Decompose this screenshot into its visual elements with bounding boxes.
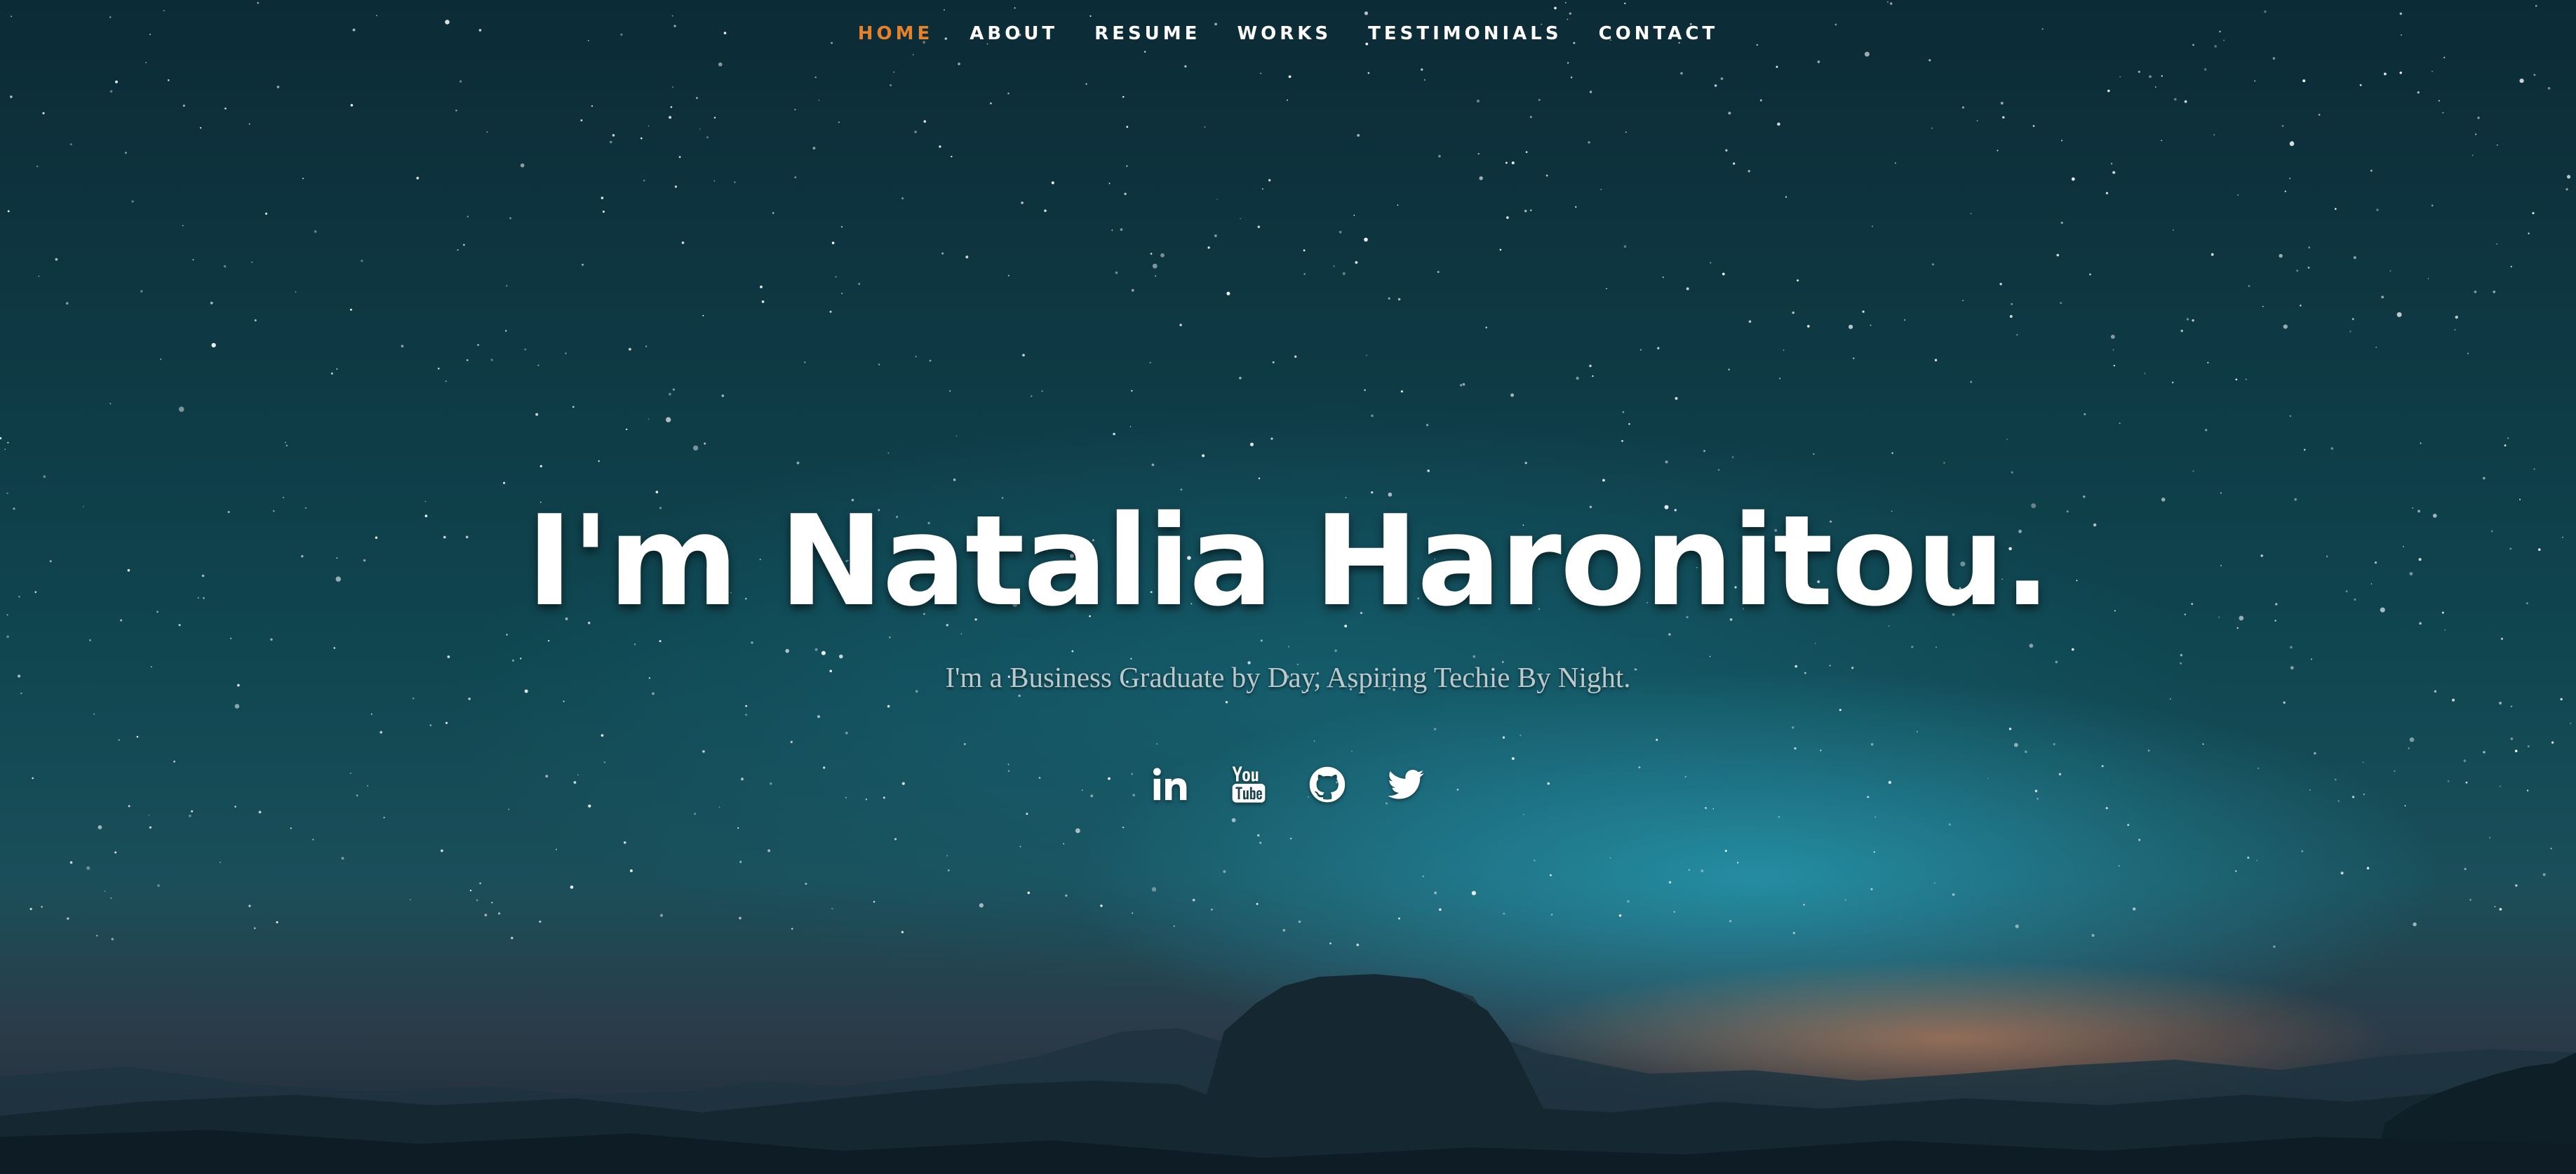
nav-works[interactable]: WORKS	[1219, 21, 1350, 46]
nav-testimonials[interactable]: TESTIMONIALS	[1350, 21, 1580, 46]
youtube-icon	[1232, 766, 1266, 803]
nav-resume[interactable]: RESUME	[1076, 21, 1219, 46]
hero-subtitle: I'm a Business Graduate by Day, Aspiring…	[945, 661, 1631, 693]
github-link[interactable]	[1308, 759, 1347, 810]
twitter-link[interactable]	[1386, 759, 1425, 810]
nav-about[interactable]: ABOUT	[951, 21, 1076, 46]
linkedin-icon	[1153, 768, 1187, 801]
linkedin-link[interactable]	[1151, 759, 1190, 810]
twitter-icon	[1388, 770, 1424, 799]
github-icon	[1309, 766, 1346, 803]
nav-contact[interactable]: CONTACT	[1581, 21, 1737, 46]
hero-headline: I'm Natalia Haronitou.	[526, 488, 2051, 634]
social-links	[0, 759, 2576, 810]
nav-home[interactable]: HOME	[840, 21, 952, 46]
youtube-link[interactable]	[1229, 759, 1268, 810]
main-nav: HOME ABOUT RESUME WORKS TESTIMONIALS CON…	[0, 21, 2576, 46]
